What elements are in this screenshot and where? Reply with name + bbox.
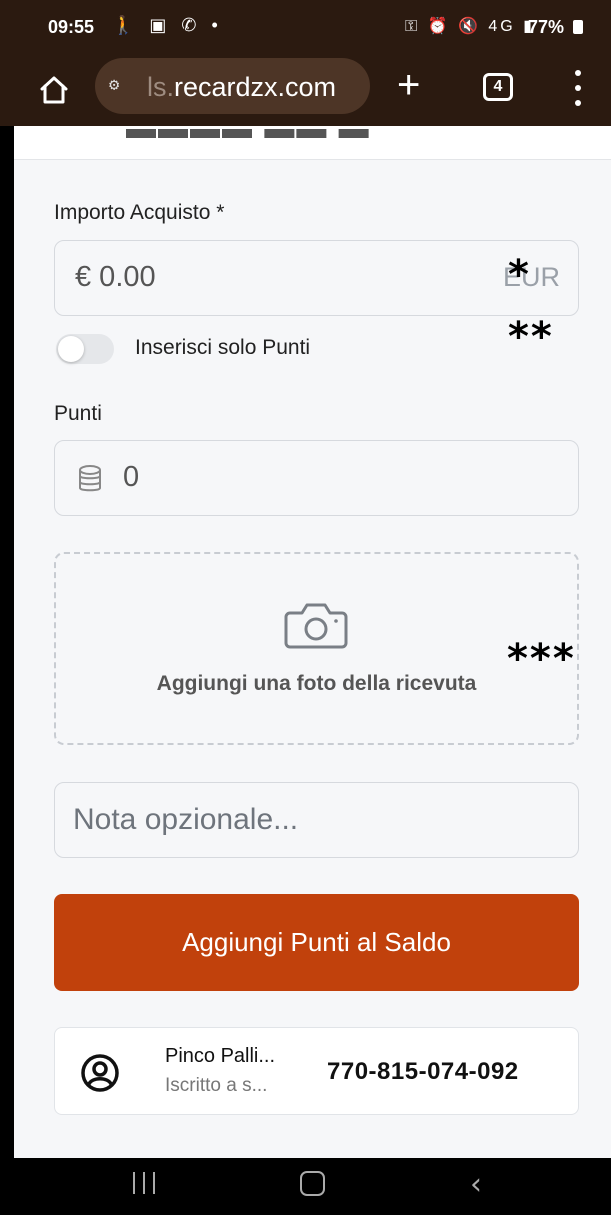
add-points-button[interactable]: Aggiungi Punti al Saldo	[54, 894, 579, 991]
note-field[interactable]	[54, 782, 579, 858]
points-input[interactable]: 0	[54, 440, 579, 516]
back-icon[interactable]: ‹	[470, 1170, 482, 1200]
menu-icon[interactable]	[570, 68, 586, 108]
home-nav-icon[interactable]	[300, 1171, 325, 1196]
amount-value: € 0.00	[75, 261, 156, 293]
note-input[interactable]	[73, 801, 553, 839]
system-status-icons: ⚿ ⏰ 🔇 4G ▮	[405, 18, 535, 35]
page-title-clipped: ▬▬▬▬ ▬▬ ▬	[126, 126, 371, 145]
camera-icon	[284, 601, 348, 649]
system-nav-bar: ‹	[0, 1158, 611, 1215]
toggle-knob	[58, 336, 84, 362]
status-time: 09:55	[48, 17, 95, 37]
status-bar: 09:55 🚶 ▣ ✆ • ⚿ ⏰ 🔇 4G ▮ 77%	[0, 0, 611, 52]
receipt-upload[interactable]: Aggiungi una foto della ricevuta	[54, 552, 579, 745]
customer-name: Pinco Palli...	[165, 1045, 276, 1067]
upload-text: Aggiungi una foto della ricevuta	[156, 672, 477, 695]
points-only-label: Inserisci solo Punti	[135, 336, 311, 359]
address-bar[interactable]: ⚙︎ ls.recardzx.com	[95, 58, 370, 114]
user-icon	[80, 1053, 120, 1093]
site-settings-icon[interactable]: ⚙︎	[109, 75, 119, 95]
customer-card[interactable]: Pinco Palli... Iscritto a s... 770-815-0…	[54, 1027, 579, 1115]
url-prefix: ls.	[147, 72, 174, 102]
annotation-mark-3: ***	[507, 636, 576, 682]
page-header: ▬▬▬▬ ▬▬ ▬	[14, 126, 611, 160]
points-only-toggle[interactable]	[56, 334, 114, 364]
url-domain: recardzx.com	[174, 72, 337, 102]
home-icon[interactable]	[38, 74, 70, 106]
annotation-mark-1: *	[508, 252, 529, 298]
amount-label: Importo Acquisto *	[54, 201, 225, 224]
coins-icon	[77, 464, 103, 494]
customer-subtitle: Iscritto a s...	[165, 1075, 268, 1096]
points-value: 0	[123, 461, 140, 493]
recents-icon[interactable]	[131, 1172, 157, 1194]
url-text[interactable]: ls.recardzx.com	[147, 72, 336, 103]
battery-level: 77%	[528, 17, 565, 37]
amount-input[interactable]: € 0.00 EUR	[54, 240, 579, 316]
customer-code: 770-815-074-092	[327, 1058, 519, 1085]
battery-icon	[573, 20, 583, 34]
tabs-icon[interactable]: 4	[483, 73, 513, 101]
points-label: Punti	[54, 402, 102, 425]
browser-toolbar: ⚙︎ ls.recardzx.com + 4	[0, 52, 611, 126]
notification-icons: 🚶 ▣ ✆ •	[112, 15, 223, 35]
annotation-mark-2: **	[508, 314, 554, 360]
plus-icon[interactable]: +	[397, 65, 420, 105]
